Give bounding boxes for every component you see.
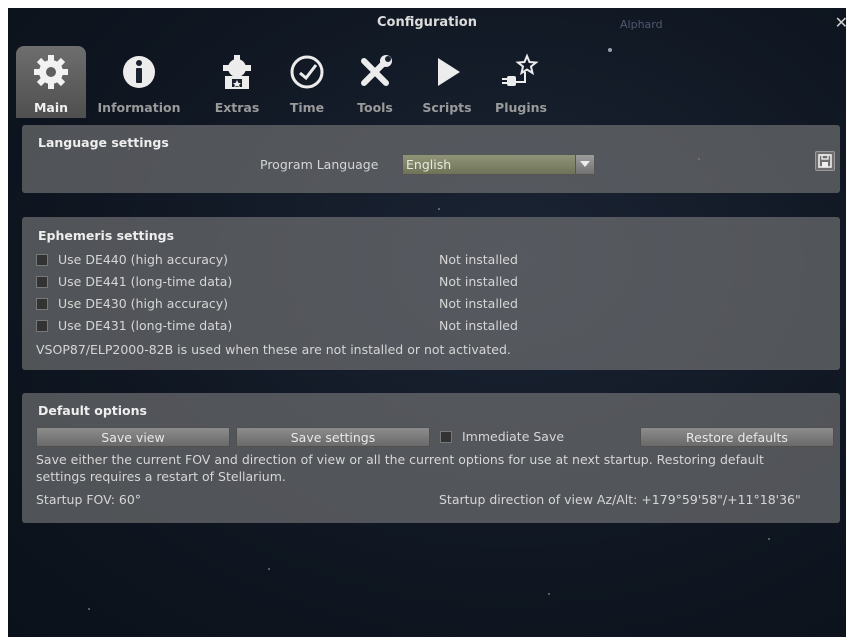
status-text: Not installed <box>439 296 518 311</box>
star <box>768 538 770 540</box>
title-bar[interactable]: Configuration ✕ <box>8 8 846 38</box>
plugin-icon <box>502 53 539 86</box>
option-label: Use DE440 (high accuracy) <box>58 252 229 267</box>
group-title: Language settings <box>38 135 169 150</box>
tab-information[interactable]: Information <box>90 46 188 118</box>
save-language-button[interactable] <box>815 151 835 171</box>
save-settings-button[interactable]: Save settings <box>236 427 430 447</box>
star <box>438 208 440 210</box>
group-title: Default options <box>38 403 147 418</box>
ephemeris-settings-group: Ephemeris settings Use DE440 (high accur… <box>22 217 840 370</box>
option-label: Immediate Save <box>462 429 565 444</box>
program-language-label: Program Language <box>260 157 379 172</box>
gear-icon <box>34 55 68 89</box>
status-text: Not installed <box>439 274 518 289</box>
star <box>88 608 90 610</box>
option-label: Use DE431 (long-time data) <box>58 318 233 333</box>
tab-label: Tools <box>357 100 393 115</box>
tab-scripts[interactable]: Scripts <box>412 46 482 118</box>
defaults-description-line: settings requires a restart of Stellariu… <box>36 469 286 484</box>
window-title: Configuration <box>377 15 477 30</box>
ephemeris-note: VSOP87/ELP2000-82B is used when these ar… <box>36 342 511 357</box>
tab-plugins[interactable]: Plugins <box>486 46 556 118</box>
tab-label: Information <box>97 100 181 115</box>
tab-tools[interactable]: Tools <box>340 46 410 118</box>
tab-time[interactable]: Time <box>272 46 342 118</box>
default-options-group: Default options Save view Save settings … <box>22 393 840 523</box>
status-text: Not installed <box>439 252 518 267</box>
startup-fov: Startup FOV: 60° <box>36 492 142 507</box>
tools-icon <box>361 55 392 86</box>
option-label: Use DE430 (high accuracy) <box>58 296 229 311</box>
info-icon <box>123 56 155 88</box>
floppy-icon <box>818 154 832 168</box>
close-icon[interactable]: ✕ <box>835 8 846 38</box>
star <box>268 568 270 570</box>
selected-language: English <box>406 157 452 172</box>
defaults-description-line: Save either the current FOV and directio… <box>36 452 764 467</box>
tab-extras[interactable]: Extras <box>202 46 272 118</box>
group-title: Ephemeris settings <box>38 228 175 243</box>
configuration-window: Alphard Configuration ✕ Main Information… <box>8 8 846 637</box>
tab-bar: Main Information Extras Time Tools Scrip… <box>8 38 846 118</box>
checkbox[interactable] <box>36 276 48 288</box>
tab-label: Plugins <box>495 100 547 115</box>
status-text: Not installed <box>439 318 518 333</box>
checkbox[interactable] <box>36 320 48 332</box>
tab-label: Extras <box>214 100 260 115</box>
option-label: Use DE441 (long-time data) <box>58 274 233 289</box>
program-language-select[interactable]: English <box>402 154 595 175</box>
restore-defaults-button[interactable]: Restore defaults <box>640 427 834 447</box>
language-settings-group: Language settings Program Language Engli… <box>22 125 840 193</box>
checkbox[interactable] <box>440 431 452 443</box>
checkbox[interactable] <box>36 298 48 310</box>
play-icon <box>438 58 460 86</box>
startup-direction: Startup direction of view Az/Alt: +179°5… <box>439 492 801 507</box>
tab-label: Time <box>289 100 325 115</box>
tab-main[interactable]: Main <box>16 46 86 118</box>
chevron-down-icon[interactable] <box>575 155 594 174</box>
save-view-button[interactable]: Save view <box>36 427 230 447</box>
checkbox[interactable] <box>36 254 48 266</box>
star <box>548 593 550 595</box>
tab-label: Scripts <box>422 100 472 115</box>
tab-label: Main <box>33 100 69 115</box>
extras-icon <box>223 55 251 89</box>
clock-icon <box>290 55 324 89</box>
